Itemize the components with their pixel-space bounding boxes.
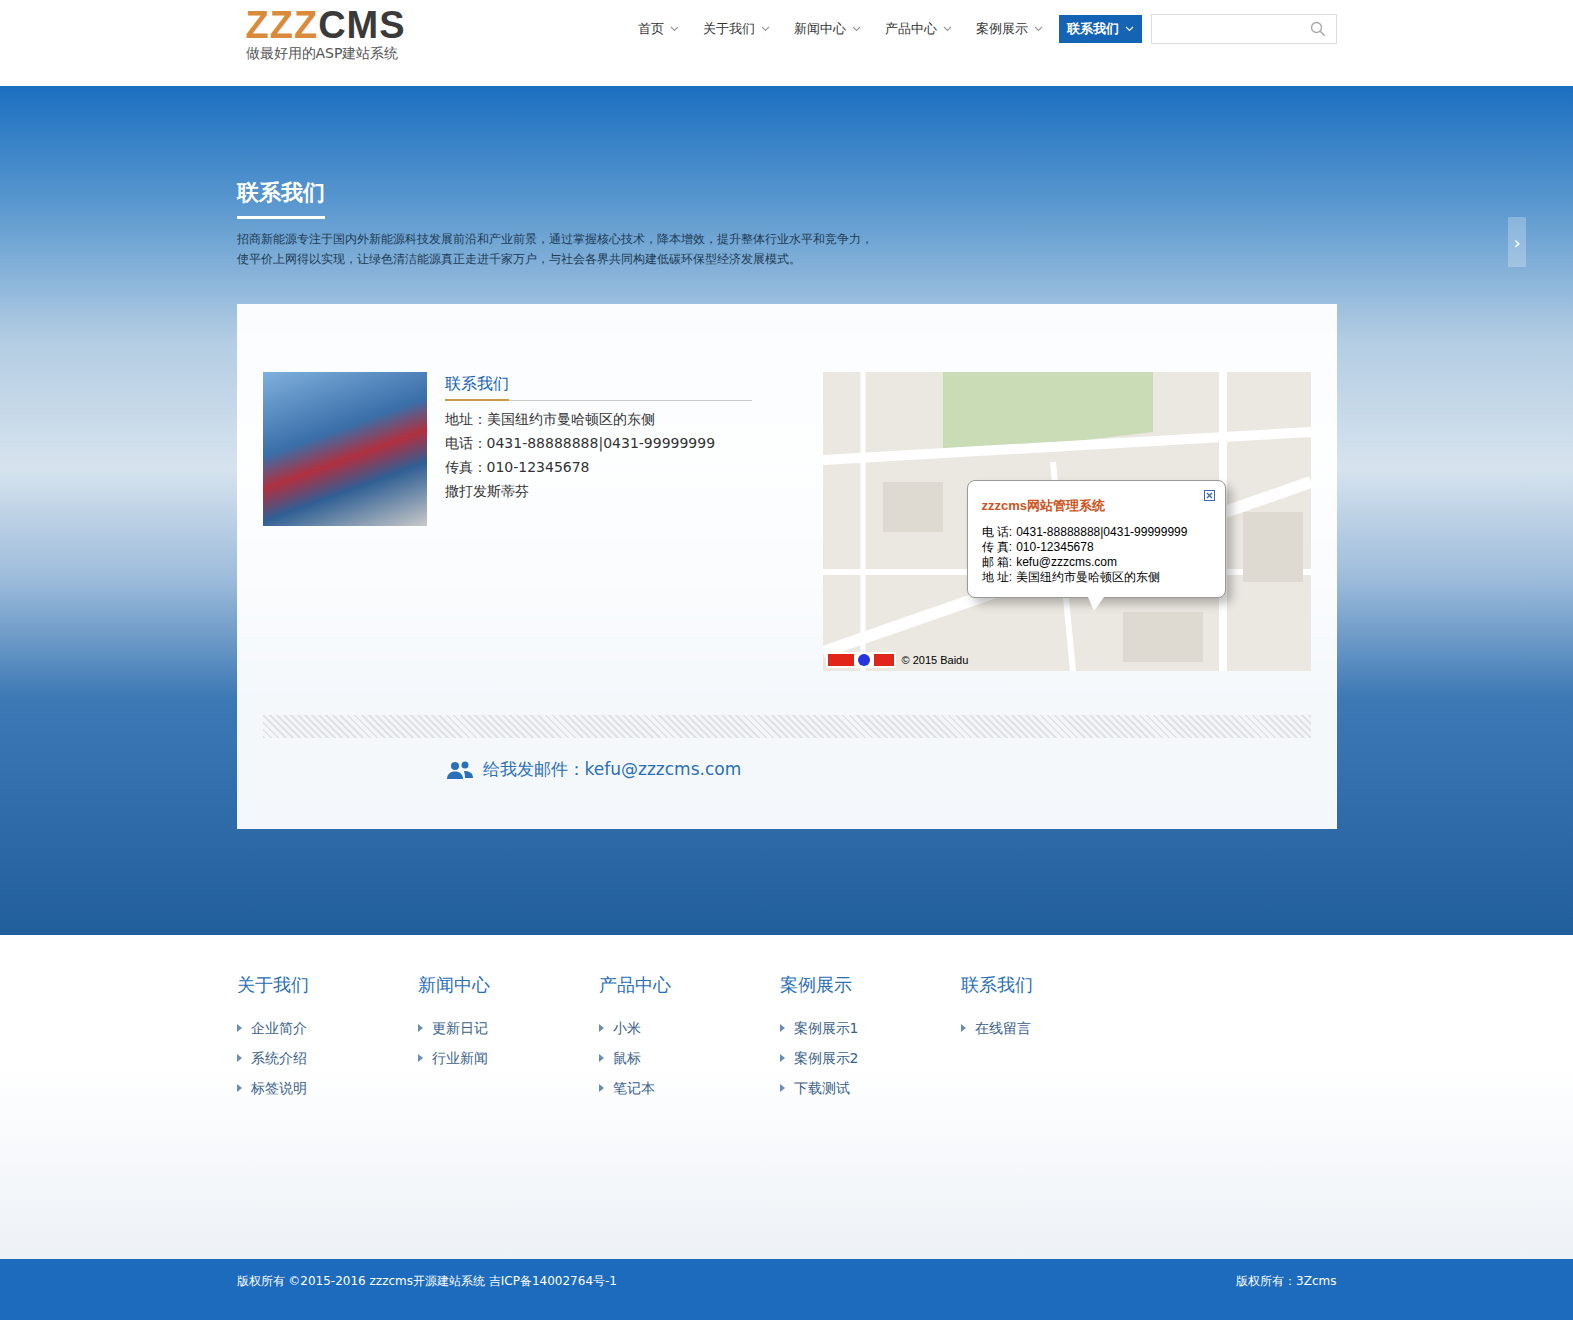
arrow-icon <box>599 1084 604 1092</box>
nav-item[interactable]: 关于我们 <box>695 15 778 43</box>
banner-title: 联系我们 <box>237 178 325 219</box>
arrow-icon <box>418 1024 423 1032</box>
info-line: 传真：010-12345678 <box>445 455 752 479</box>
chevron-down-icon <box>761 26 770 32</box>
footer-link[interactable]: 标签说明 <box>237 1073 418 1103</box>
nav-item[interactable]: 首页 <box>630 15 687 43</box>
footer-column: 产品中心小米鼠标笔记本 <box>599 973 780 1103</box>
popup-row: 传 真:010-12345678 <box>982 540 1218 555</box>
contact-card: 联系我们地址：美国纽约市曼哈顿区的东侧电话：0431-88888888|0431… <box>237 304 1337 829</box>
footer-title[interactable]: 案例展示 <box>780 973 961 997</box>
arrow-icon <box>599 1024 604 1032</box>
footer-title[interactable]: 新闻中心 <box>418 973 599 997</box>
copyright-bar: 版权所有 ©2015-2016 zzzcms开源建站系统 吉ICP备140027… <box>0 1259 1573 1320</box>
map[interactable]: zzzcms网站管理系统电 话:0431-88888888|0431-99999… <box>823 372 1311 671</box>
baidu-logo-icon <box>826 652 896 668</box>
footer-link[interactable]: 下载测试 <box>780 1073 961 1103</box>
footer: 关于我们企业简介系统介绍标签说明新闻中心更新日记行业新闻产品中心小米鼠标笔记本案… <box>0 935 1573 1259</box>
footer-link[interactable]: 案例展示2 <box>780 1043 961 1073</box>
chevron-down-icon <box>1034 26 1043 32</box>
chevron-down-icon <box>943 26 952 32</box>
chevron-down-icon <box>670 26 679 32</box>
arrow-icon <box>780 1054 785 1062</box>
page: ZZZCMS做最好用的ASP建站系统首页关于我们新闻中心产品中心案例展示联系我们… <box>0 0 1573 1320</box>
search-icon[interactable] <box>1310 21 1326 37</box>
arrow-icon <box>961 1024 966 1032</box>
footer-link[interactable]: 在线留言 <box>961 1013 1142 1043</box>
footer-link[interactable]: 更新日记 <box>418 1013 599 1043</box>
nav-item[interactable]: 联系我们 <box>1059 15 1142 43</box>
footer-link[interactable]: 笔记本 <box>599 1073 780 1103</box>
info-title: 联系我们 <box>445 374 509 401</box>
building-photo <box>263 372 427 526</box>
footer-title[interactable]: 产品中心 <box>599 973 780 997</box>
email-line[interactable]: 给我发邮件：kefu@zzzcms.com <box>446 758 1311 781</box>
tagline: 做最好用的ASP建站系统 <box>246 45 406 63</box>
nav-item[interactable]: 新闻中心 <box>786 15 869 43</box>
next-arrow[interactable]: › <box>1508 217 1526 267</box>
arrow-icon <box>237 1054 242 1062</box>
arrow-icon <box>237 1024 242 1032</box>
banner: ›联系我们招商新能源专注于国内外新能源科技发展前沿和产业前景，通过掌握核心技术，… <box>0 86 1573 935</box>
footer-link[interactable]: 案例展示1 <box>780 1013 961 1043</box>
footer-column: 联系我们在线留言 <box>961 973 1142 1103</box>
people-icon <box>446 760 474 780</box>
search-input[interactable] <box>1152 16 1300 42</box>
info-line: 地址：美国纽约市曼哈顿区的东侧 <box>445 407 752 431</box>
banner-description: 招商新能源专注于国内外新能源科技发展前沿和产业前景，通过掌握核心技术，降本增效，… <box>237 229 1337 269</box>
search-box[interactable] <box>1151 14 1337 44</box>
footer-title[interactable]: 联系我们 <box>961 973 1142 997</box>
popup-title: zzzcms网站管理系统 <box>982 497 1218 515</box>
close-icon[interactable] <box>1204 490 1215 501</box>
footer-column: 案例展示案例展示1案例展示2下载测试 <box>780 973 961 1103</box>
popup-row: 电 话:0431-88888888|0431-99999999 <box>982 525 1218 540</box>
info-line: 撒打发斯蒂芬 <box>445 479 752 503</box>
contact-info: 联系我们地址：美国纽约市曼哈顿区的东侧电话：0431-88888888|0431… <box>445 372 752 671</box>
chevron-down-icon <box>852 26 861 32</box>
footer-link[interactable]: 行业新闻 <box>418 1043 599 1073</box>
footer-link[interactable]: 系统介绍 <box>237 1043 418 1073</box>
arrow-icon <box>237 1084 242 1092</box>
info-line: 电话：0431-88888888|0431-99999999 <box>445 431 752 455</box>
copyright-left: 版权所有 ©2015-2016 zzzcms开源建站系统 吉ICP备140027… <box>237 1273 617 1290</box>
nav-item[interactable]: 案例展示 <box>968 15 1051 43</box>
nav: 首页关于我们新闻中心产品中心案例展示联系我们 <box>630 0 1337 44</box>
popup-row: 地 址:美国纽约市曼哈顿区的东侧 <box>982 570 1218 585</box>
footer-link[interactable]: 企业简介 <box>237 1013 418 1043</box>
header: ZZZCMS做最好用的ASP建站系统 首页关于我们新闻中心产品中心案例展示联系我们 <box>0 0 1573 86</box>
footer-title[interactable]: 关于我们 <box>237 973 418 997</box>
chevron-down-icon <box>1125 26 1134 32</box>
arrow-icon <box>599 1054 604 1062</box>
copyright-right: 版权所有：3Zcms <box>1236 1273 1336 1290</box>
arrow-icon <box>780 1084 785 1092</box>
map-credit: © 2015 Baidu <box>902 654 969 666</box>
footer-link[interactable]: 鼠标 <box>599 1043 780 1073</box>
popup-row: 邮 箱:kefu@zzzcms.com <box>982 555 1218 570</box>
arrow-icon <box>418 1054 423 1062</box>
logo[interactable]: ZZZCMS做最好用的ASP建站系统 <box>237 0 406 63</box>
nav-item[interactable]: 产品中心 <box>877 15 960 43</box>
divider <box>263 715 1311 738</box>
brand: ZZZCMS <box>246 6 406 44</box>
footer-link[interactable]: 小米 <box>599 1013 780 1043</box>
arrow-icon <box>780 1024 785 1032</box>
footer-column: 新闻中心更新日记行业新闻 <box>418 973 599 1103</box>
map-popup: zzzcms网站管理系统电 话:0431-88888888|0431-99999… <box>967 480 1226 598</box>
footer-column: 关于我们企业简介系统介绍标签说明 <box>237 973 418 1103</box>
